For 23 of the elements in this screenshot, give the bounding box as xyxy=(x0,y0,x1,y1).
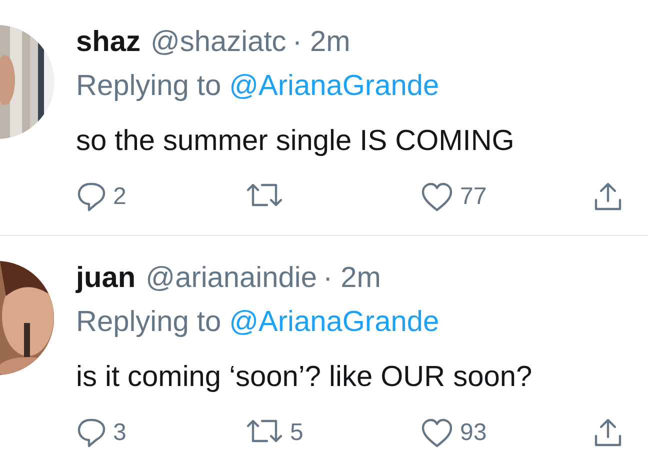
user-handle: @shaziatc xyxy=(150,26,286,58)
mention-link[interactable]: @ArianaGrande xyxy=(229,70,440,102)
replying-label: Replying to xyxy=(76,306,222,338)
retweet-count: 5 xyxy=(290,419,304,447)
user-name: shaz xyxy=(76,26,140,58)
tweet-text: is it coming ‘soon’? like OUR soon? xyxy=(76,360,534,395)
heart-icon[interactable] xyxy=(420,417,454,449)
heart-icon[interactable] xyxy=(420,181,454,213)
share-icon[interactable] xyxy=(593,181,623,213)
user-handle: @arianaindie xyxy=(146,262,317,294)
mention-link[interactable]: @ArianaGrande xyxy=(229,306,440,338)
timestamp: · 2m xyxy=(322,262,381,294)
reply-icon[interactable] xyxy=(76,417,107,449)
reply-count: 3 xyxy=(113,419,126,447)
user-name: juan xyxy=(76,262,136,294)
timestamp: · 2m xyxy=(292,26,350,58)
like-count: 93 xyxy=(460,419,487,447)
share-icon[interactable] xyxy=(593,417,623,449)
reply-count: 2 xyxy=(113,183,126,211)
like-count: 77 xyxy=(460,183,487,211)
tweet-text: so the summer single IS COMING xyxy=(76,124,516,159)
replying-label: Replying to xyxy=(76,70,222,102)
reply-icon[interactable] xyxy=(76,181,107,213)
